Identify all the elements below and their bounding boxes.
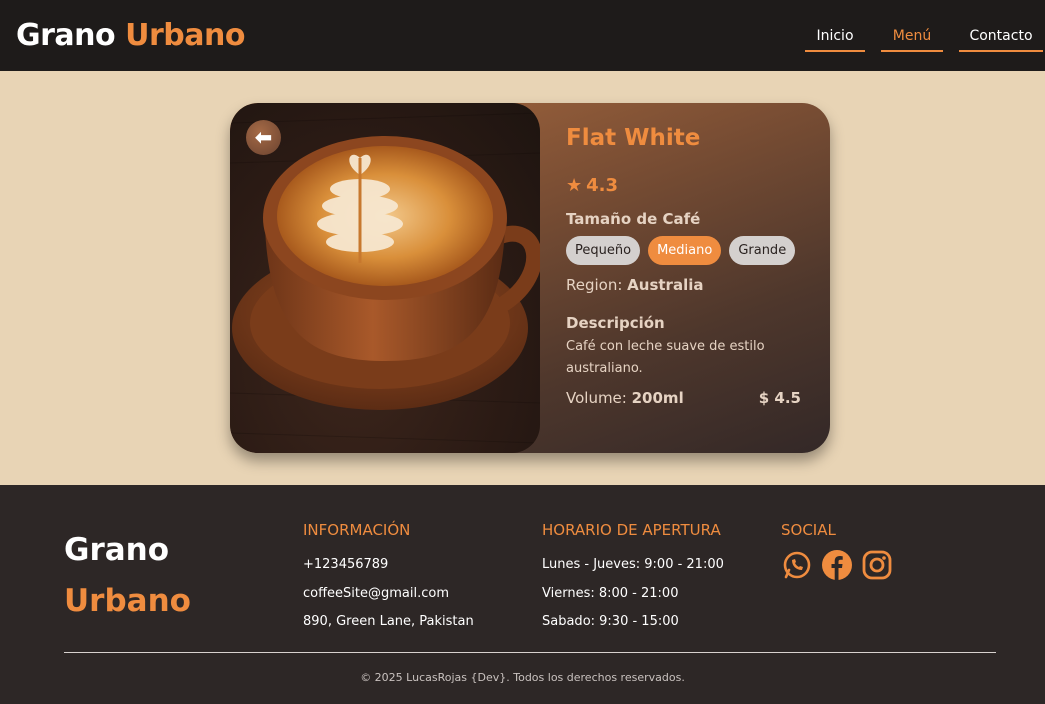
star-icon: ★ [566, 175, 583, 196]
product-card: ⬅ Flat White ★ 4.3 Tamaño de Café Pequeño… [230, 103, 830, 453]
product-rating: ★ 4.3 [566, 175, 806, 196]
nav-link-contacto[interactable]: Contacto [959, 20, 1043, 52]
volume-price-row: Volume: 200ml $ 4.5 [566, 389, 806, 407]
hours-heading: HORARIO DE APERTURA [542, 521, 721, 539]
back-button[interactable]: ⬅ [246, 120, 281, 155]
whatsapp-icon[interactable] [781, 549, 813, 581]
arrow-left-icon: ⬅ [255, 127, 272, 149]
info-address: 890, Green Lane, Pakistan [303, 614, 474, 629]
product-price: $ 4.5 [758, 389, 801, 407]
product-volume: Volume: 200ml [566, 389, 684, 407]
size-label: Tamaño de Café [566, 210, 701, 228]
facebook-icon[interactable] [821, 549, 853, 581]
size-option-grande[interactable]: Grande [729, 236, 796, 265]
hours-line-1: Lunes - Jueves: 9:00 - 21:00 [542, 557, 724, 572]
logo-word-2: Urbano [125, 18, 245, 53]
info-heading: INFORMACIÓN [303, 521, 411, 539]
copyright-text: © 2025 LucasRojas {Dev}. Todos los derec… [360, 671, 685, 684]
social-links [781, 549, 893, 581]
size-options: Pequeño Mediano Grande [566, 236, 806, 265]
rating-value: 4.3 [586, 175, 619, 196]
footer-logo-word-2: Urbano [64, 583, 191, 619]
footer-info-column: INFORMACIÓN +123456789 coffeeSite@gmail.… [303, 521, 474, 637]
product-description: Café con leche suave de estilo australia… [566, 339, 765, 376]
region-label: Region: [566, 276, 628, 294]
size-option-mediano[interactable]: Mediano [648, 236, 722, 265]
nav-link-inicio[interactable]: Inicio [805, 20, 865, 52]
hours-line-3: Sabado: 9:30 - 15:00 [542, 614, 679, 629]
site-logo[interactable]: Grano Urbano [16, 18, 245, 53]
info-phone: +123456789 [303, 557, 389, 572]
footer-logo-word-1: Grano [64, 532, 170, 568]
hours-line-2: Viernes: 8:00 - 21:00 [542, 585, 679, 601]
main-nav: Inicio Menú Contacto [805, 20, 1043, 52]
info-email: coffeeSite@gmail.com [303, 585, 450, 601]
product-info: Flat White ★ 4.3 Tamaño de Café Pequeño M… [540, 103, 830, 453]
footer-divider [64, 652, 996, 653]
main-content: ⬅ Flat White ★ 4.3 Tamaño de Café Pequeño… [0, 71, 1045, 485]
footer-hours-column: HORARIO DE APERTURA Lunes - Jueves: 9:00… [542, 521, 724, 637]
logo-word-1: Grano [16, 18, 116, 53]
description-label: Descripción [566, 314, 665, 332]
footer-logo: Grano Urbano [64, 525, 191, 627]
product-region: Region: Australia [566, 276, 806, 294]
region-value: Australia [627, 276, 704, 294]
volume-label: Volume: [566, 389, 632, 407]
volume-value: 200ml [631, 389, 684, 407]
site-footer: Grano Urbano INFORMACIÓN +123456789 coff… [0, 485, 1045, 704]
product-title: Flat White [566, 125, 701, 151]
coffee-cup-illustration [230, 112, 540, 444]
instagram-icon[interactable] [861, 549, 893, 581]
nav-link-menu[interactable]: Menú [881, 20, 943, 52]
footer-social-column: SOCIAL [781, 521, 893, 581]
site-header: Grano Urbano Inicio Menú Contacto [0, 0, 1045, 71]
social-heading: SOCIAL [781, 521, 836, 539]
size-option-pequeno[interactable]: Pequeño [566, 236, 641, 265]
product-image: ⬅ [230, 103, 540, 453]
